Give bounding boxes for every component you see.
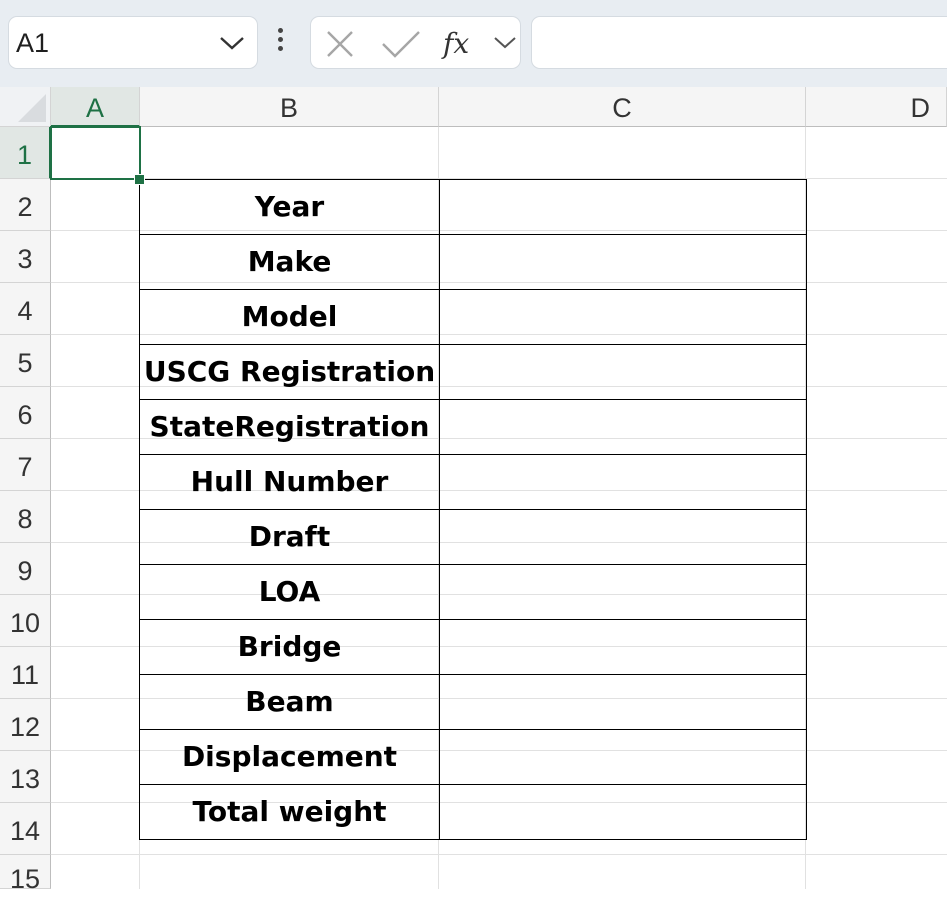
cell-label[interactable]: Displacement bbox=[139, 729, 440, 785]
gridline bbox=[51, 854, 947, 855]
table-row: Beam bbox=[139, 674, 807, 730]
table-row: Bridge bbox=[139, 619, 807, 675]
cell-value[interactable] bbox=[439, 674, 807, 730]
formula-bar: A1 fx bbox=[0, 0, 947, 87]
cell-label[interactable]: Beam bbox=[139, 674, 440, 730]
enter-check-icon[interactable] bbox=[381, 29, 421, 64]
name-box[interactable]: A1 bbox=[8, 16, 258, 69]
cell-value[interactable] bbox=[439, 509, 807, 565]
cell-label[interactable]: Bridge bbox=[139, 619, 440, 675]
cell-value[interactable] bbox=[439, 289, 807, 345]
chevron-down-icon[interactable] bbox=[493, 35, 517, 56]
cell-value[interactable] bbox=[439, 344, 807, 400]
cell-label[interactable]: StateRegistration bbox=[139, 399, 440, 455]
formula-controls: fx bbox=[310, 16, 521, 69]
column-header-c[interactable]: C bbox=[439, 87, 806, 127]
row-header-8[interactable]: 8 bbox=[0, 491, 51, 543]
cell-value[interactable] bbox=[439, 234, 807, 290]
row-header-7[interactable]: 7 bbox=[0, 439, 51, 491]
row-header-13[interactable]: 13 bbox=[0, 751, 51, 803]
cell-label[interactable]: Total weight bbox=[139, 784, 440, 840]
name-box-value[interactable]: A1 bbox=[16, 28, 49, 59]
active-cell-outline[interactable] bbox=[50, 126, 141, 180]
row-header-1[interactable]: 1 bbox=[0, 127, 51, 179]
more-vertical-icon[interactable] bbox=[278, 28, 284, 58]
row-header-4[interactable]: 4 bbox=[0, 283, 51, 335]
cell-value[interactable] bbox=[439, 564, 807, 620]
spreadsheet-grid[interactable]: A B C D 1 2 3 4 5 6 7 8 9 10 11 12 13 14… bbox=[0, 87, 947, 894]
table-row: Displacement bbox=[139, 729, 807, 785]
cell-label[interactable]: LOA bbox=[139, 564, 440, 620]
boat-spec-table: Year Make Model USCG Registration StateR… bbox=[139, 179, 807, 840]
formula-input[interactable] bbox=[531, 16, 947, 69]
insert-function-icon[interactable]: fx bbox=[443, 27, 469, 60]
row-header-10[interactable]: 10 bbox=[0, 595, 51, 647]
row-header-5[interactable]: 5 bbox=[0, 335, 51, 387]
column-header-b[interactable]: B bbox=[140, 87, 439, 127]
row-header-2[interactable]: 2 bbox=[0, 179, 51, 231]
row-header-11[interactable]: 11 bbox=[0, 647, 51, 699]
cell-value[interactable] bbox=[439, 784, 807, 840]
cancel-icon[interactable] bbox=[325, 29, 355, 64]
column-header-d[interactable]: D bbox=[806, 87, 947, 127]
table-row: USCG Registration bbox=[139, 344, 807, 400]
cell-value[interactable] bbox=[439, 454, 807, 510]
row-header-3[interactable]: 3 bbox=[0, 231, 51, 283]
table-row: Hull Number bbox=[139, 454, 807, 510]
table-row: StateRegistration bbox=[139, 399, 807, 455]
cell-label[interactable]: Draft bbox=[139, 509, 440, 565]
table-row: LOA bbox=[139, 564, 807, 620]
chevron-down-icon[interactable] bbox=[219, 35, 245, 56]
table-row: Make bbox=[139, 234, 807, 290]
cell-value[interactable] bbox=[439, 399, 807, 455]
fill-handle[interactable] bbox=[134, 174, 145, 185]
cell-label[interactable]: Model bbox=[139, 289, 440, 345]
table-row: Total weight bbox=[139, 784, 807, 840]
column-header-a[interactable]: A bbox=[51, 87, 140, 127]
row-header-6[interactable]: 6 bbox=[0, 387, 51, 439]
table-row: Year bbox=[139, 179, 807, 235]
table-row: Model bbox=[139, 289, 807, 345]
table-row: Draft bbox=[139, 509, 807, 565]
cell-value[interactable] bbox=[439, 729, 807, 785]
cell-label[interactable]: USCG Registration bbox=[139, 344, 440, 400]
cell-value[interactable] bbox=[439, 619, 807, 675]
row-header-14[interactable]: 14 bbox=[0, 803, 51, 855]
row-header-15[interactable]: 15 bbox=[0, 855, 51, 894]
cell-value[interactable] bbox=[439, 179, 807, 235]
cell-label[interactable]: Year bbox=[139, 179, 440, 235]
cell-label[interactable]: Make bbox=[139, 234, 440, 290]
select-all-button[interactable] bbox=[0, 87, 51, 127]
row-header-9[interactable]: 9 bbox=[0, 543, 51, 595]
row-header-12[interactable]: 12 bbox=[0, 699, 51, 751]
cell-label[interactable]: Hull Number bbox=[139, 454, 440, 510]
